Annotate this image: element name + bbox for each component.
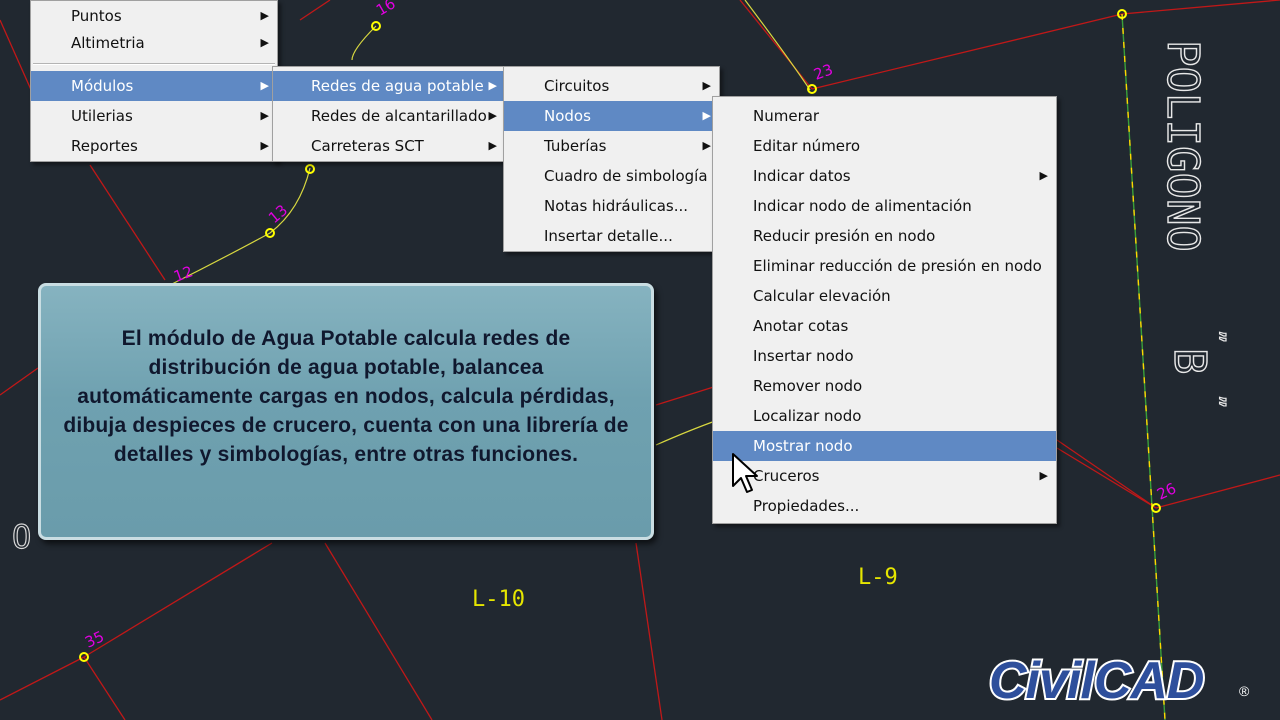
- modulos-submenu: Redes de agua potable ▶ Redes de alcantar…: [272, 66, 506, 162]
- nodos-submenu: Numerar Editar número Indicar datos ▶ Ind…: [712, 96, 1057, 524]
- submenu-arrow-icon: ▶: [702, 79, 711, 92]
- node-label-23: 23: [811, 60, 835, 83]
- menu-item-label: Cuadro de simbología: [544, 167, 708, 185]
- submenu-arrow-icon: ▶: [260, 9, 269, 22]
- menu-item-label: Remover nodo: [753, 377, 863, 395]
- menu-item-circuitos[interactable]: Circuitos ▶: [504, 71, 719, 101]
- menu-item-label: Cruceros: [753, 467, 820, 485]
- menu-item-insertar-nodo[interactable]: Insertar nodo: [713, 341, 1056, 371]
- agua-potable-submenu: Circuitos ▶ Nodos ▶ Tuberías ▶ Cuadro de si…: [503, 66, 720, 252]
- polygon-letter: B: [1164, 348, 1215, 375]
- menu-item-label: Insertar detalle...: [544, 227, 673, 245]
- menu-item-label: Insertar nodo: [753, 347, 854, 365]
- menu-item-redes-alcantarillado[interactable]: Redes de alcantarillado ▶: [273, 101, 505, 131]
- submenu-arrow-icon: ▶: [488, 109, 497, 122]
- menu-item-label: Redes de agua potable: [311, 77, 484, 95]
- logo-registered-mark: ®: [1239, 683, 1250, 699]
- menu-item-indicar-nodo-alimentacion[interactable]: Indicar nodo de alimentación: [713, 191, 1056, 221]
- menu-item-tuberias[interactable]: Tuberías ▶: [504, 131, 719, 161]
- menu-item-numerar[interactable]: Numerar: [713, 101, 1056, 131]
- node-label-13: 13: [265, 201, 291, 227]
- menu-item-eliminar-reduccion[interactable]: Eliminar reducción de presión en nodo: [713, 251, 1056, 281]
- submenu-arrow-icon: ▶: [488, 139, 497, 152]
- menu-item-label: Carreteras SCT: [311, 137, 424, 155]
- submenu-arrow-icon: ▶: [1039, 469, 1048, 482]
- menu-item-label: Propiedades...: [753, 497, 860, 515]
- menu-item-editar-numero[interactable]: Editar número: [713, 131, 1056, 161]
- menu-item-label: Calcular elevación: [753, 287, 891, 305]
- menu-item-propiedades[interactable]: Propiedades...: [713, 491, 1056, 521]
- menu-item-label: Indicar nodo de alimentación: [753, 197, 972, 215]
- menu-item-label: Editar número: [753, 137, 861, 155]
- menu-item-remover-nodo[interactable]: Remover nodo: [713, 371, 1056, 401]
- polygon-label: POLIGONO: [1157, 40, 1208, 252]
- menu-item-nodos[interactable]: Nodos ▶: [504, 101, 719, 131]
- menu-item-altimetria[interactable]: Altimetria ▶: [31, 28, 277, 58]
- menu-item-reducir-presion[interactable]: Reducir presión en nodo: [713, 221, 1056, 251]
- menu-item-indicar-datos[interactable]: Indicar datos ▶: [713, 161, 1056, 191]
- menu-item-reportes[interactable]: Reportes ▶: [31, 131, 277, 161]
- mouse-cursor-icon: [732, 453, 758, 493]
- menu-item-label: Notas hidráulicas...: [544, 197, 689, 215]
- submenu-arrow-icon: ▶: [702, 139, 711, 152]
- logo-text: CivilCAD: [989, 652, 1204, 710]
- menu-item-label: Redes de alcantarillado: [311, 107, 487, 125]
- menu-separator: [33, 63, 275, 65]
- menu-item-label: Mostrar nodo: [753, 437, 853, 455]
- civilcad-logo: CivilCAD ®: [987, 650, 1250, 710]
- menu-item-label: Localizar nodo: [753, 407, 862, 425]
- menu-item-notas-hidraulicas[interactable]: Notas hidráulicas...: [504, 191, 719, 221]
- submenu-arrow-icon: ▶: [1039, 169, 1048, 182]
- menu-item-label: Anotar cotas: [753, 317, 849, 335]
- submenu-arrow-icon: ▶: [488, 79, 497, 92]
- menu-item-label: Puntos: [71, 7, 122, 25]
- lot-label-L9: L-9: [858, 565, 898, 590]
- lot-label-L10: L-10: [472, 587, 525, 612]
- menu-item-redes-agua-potable[interactable]: Redes de agua potable ▶: [273, 71, 505, 101]
- menu-item-label: Numerar: [753, 107, 820, 125]
- menu-item-mostrar-nodo[interactable]: Mostrar nodo: [713, 431, 1056, 461]
- menu-item-label: Eliminar reducción de presión en nodo: [753, 257, 1042, 275]
- menu-item-label: Reducir presión en nodo: [753, 227, 936, 245]
- menu-item-insertar-detalle[interactable]: Insertar detalle...: [504, 221, 719, 251]
- menu-item-utilerias[interactable]: Utilerias ▶: [31, 101, 277, 131]
- menu-item-cruceros[interactable]: Cruceros ▶: [713, 461, 1056, 491]
- menu-item-calcular-elevacion[interactable]: Calcular elevación: [713, 281, 1056, 311]
- menu-item-label: Reportes: [71, 137, 138, 155]
- menu-item-modulos[interactable]: Módulos ▶: [31, 71, 277, 101]
- menu-item-localizar-nodo[interactable]: Localizar nodo: [713, 401, 1056, 431]
- menu-item-carreteras-sct[interactable]: Carreteras SCT ▶: [273, 131, 505, 161]
- submenu-arrow-icon: ▶: [260, 109, 269, 122]
- submenu-arrow-icon: ▶: [260, 139, 269, 152]
- menu-item-cuadro-simbologia[interactable]: Cuadro de simbología: [504, 161, 719, 191]
- node-label-35: 35: [82, 627, 107, 651]
- node-label-26: 26: [1154, 479, 1179, 503]
- menu-item-label: Circuitos: [544, 77, 610, 95]
- menu-item-anotar-cotas[interactable]: Anotar cotas: [713, 311, 1056, 341]
- menu-item-label: Módulos: [71, 77, 134, 95]
- menu-item-label: Utilerias: [71, 107, 133, 125]
- menu-item-label: Nodos: [544, 107, 591, 125]
- node-label-16: 16: [373, 0, 399, 19]
- info-callout-text: El módulo de Agua Potable calcula redes …: [63, 327, 629, 466]
- menu-item-label: Tuberías: [544, 137, 607, 155]
- polygon-quote-open: ”: [1203, 330, 1228, 343]
- menu-item-puntos[interactable]: Puntos ▶: [31, 1, 277, 31]
- menu-item-label: Altimetria: [71, 34, 145, 52]
- info-callout: El módulo de Agua Potable calcula redes …: [38, 283, 654, 540]
- drawing-fragment: O: [12, 518, 31, 556]
- submenu-arrow-icon: ▶: [260, 36, 269, 49]
- polygon-quote-close: ”: [1203, 395, 1228, 408]
- main-menu: Puntos ▶ Altimetria ▶ Módulos ▶ Utilerias ▶ …: [30, 0, 278, 162]
- submenu-arrow-icon: ▶: [260, 79, 269, 92]
- submenu-arrow-icon: ▶: [702, 109, 711, 122]
- menu-item-label: Indicar datos: [753, 167, 851, 185]
